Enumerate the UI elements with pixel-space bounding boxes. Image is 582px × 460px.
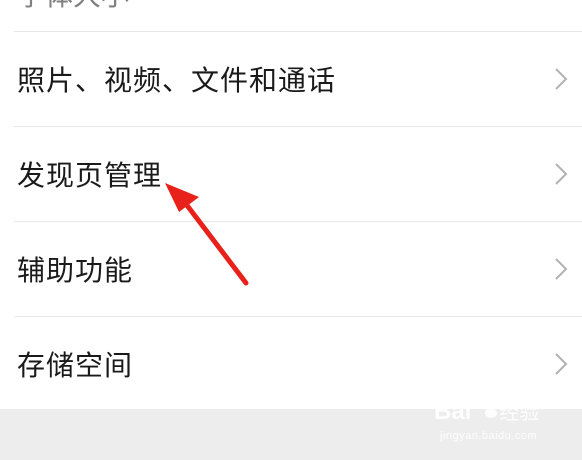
settings-item-label: 存储空间 bbox=[17, 349, 134, 382]
settings-item-label: 照片、视频、文件和通话 bbox=[17, 64, 337, 97]
chevron-right-icon bbox=[555, 68, 568, 90]
chevron-right-icon bbox=[555, 353, 568, 375]
settings-list: 字体大小 照片、视频、文件和通话 发现页管理 辅助功能 存储空间 bbox=[0, 0, 582, 409]
cut-off-item-label: 字体大小 bbox=[17, 0, 129, 14]
settings-item-photos-videos-files-calls[interactable]: 照片、视频、文件和通话 bbox=[0, 32, 582, 126]
paw-logo-icon bbox=[481, 399, 502, 418]
settings-item-label: 辅助功能 bbox=[17, 254, 134, 287]
chevron-right-icon bbox=[555, 258, 568, 280]
settings-item-accessibility[interactable]: 辅助功能 bbox=[0, 222, 582, 316]
settings-item-label: 发现页管理 bbox=[17, 159, 163, 192]
settings-item-discover-page-management[interactable]: 发现页管理 bbox=[0, 127, 582, 221]
watermark-url: jingyan.baidu.com bbox=[440, 430, 538, 442]
chevron-right-icon bbox=[555, 163, 568, 185]
baidu-jingyan-watermark: Bai 经验 jingyan.baidu.com bbox=[434, 396, 552, 456]
